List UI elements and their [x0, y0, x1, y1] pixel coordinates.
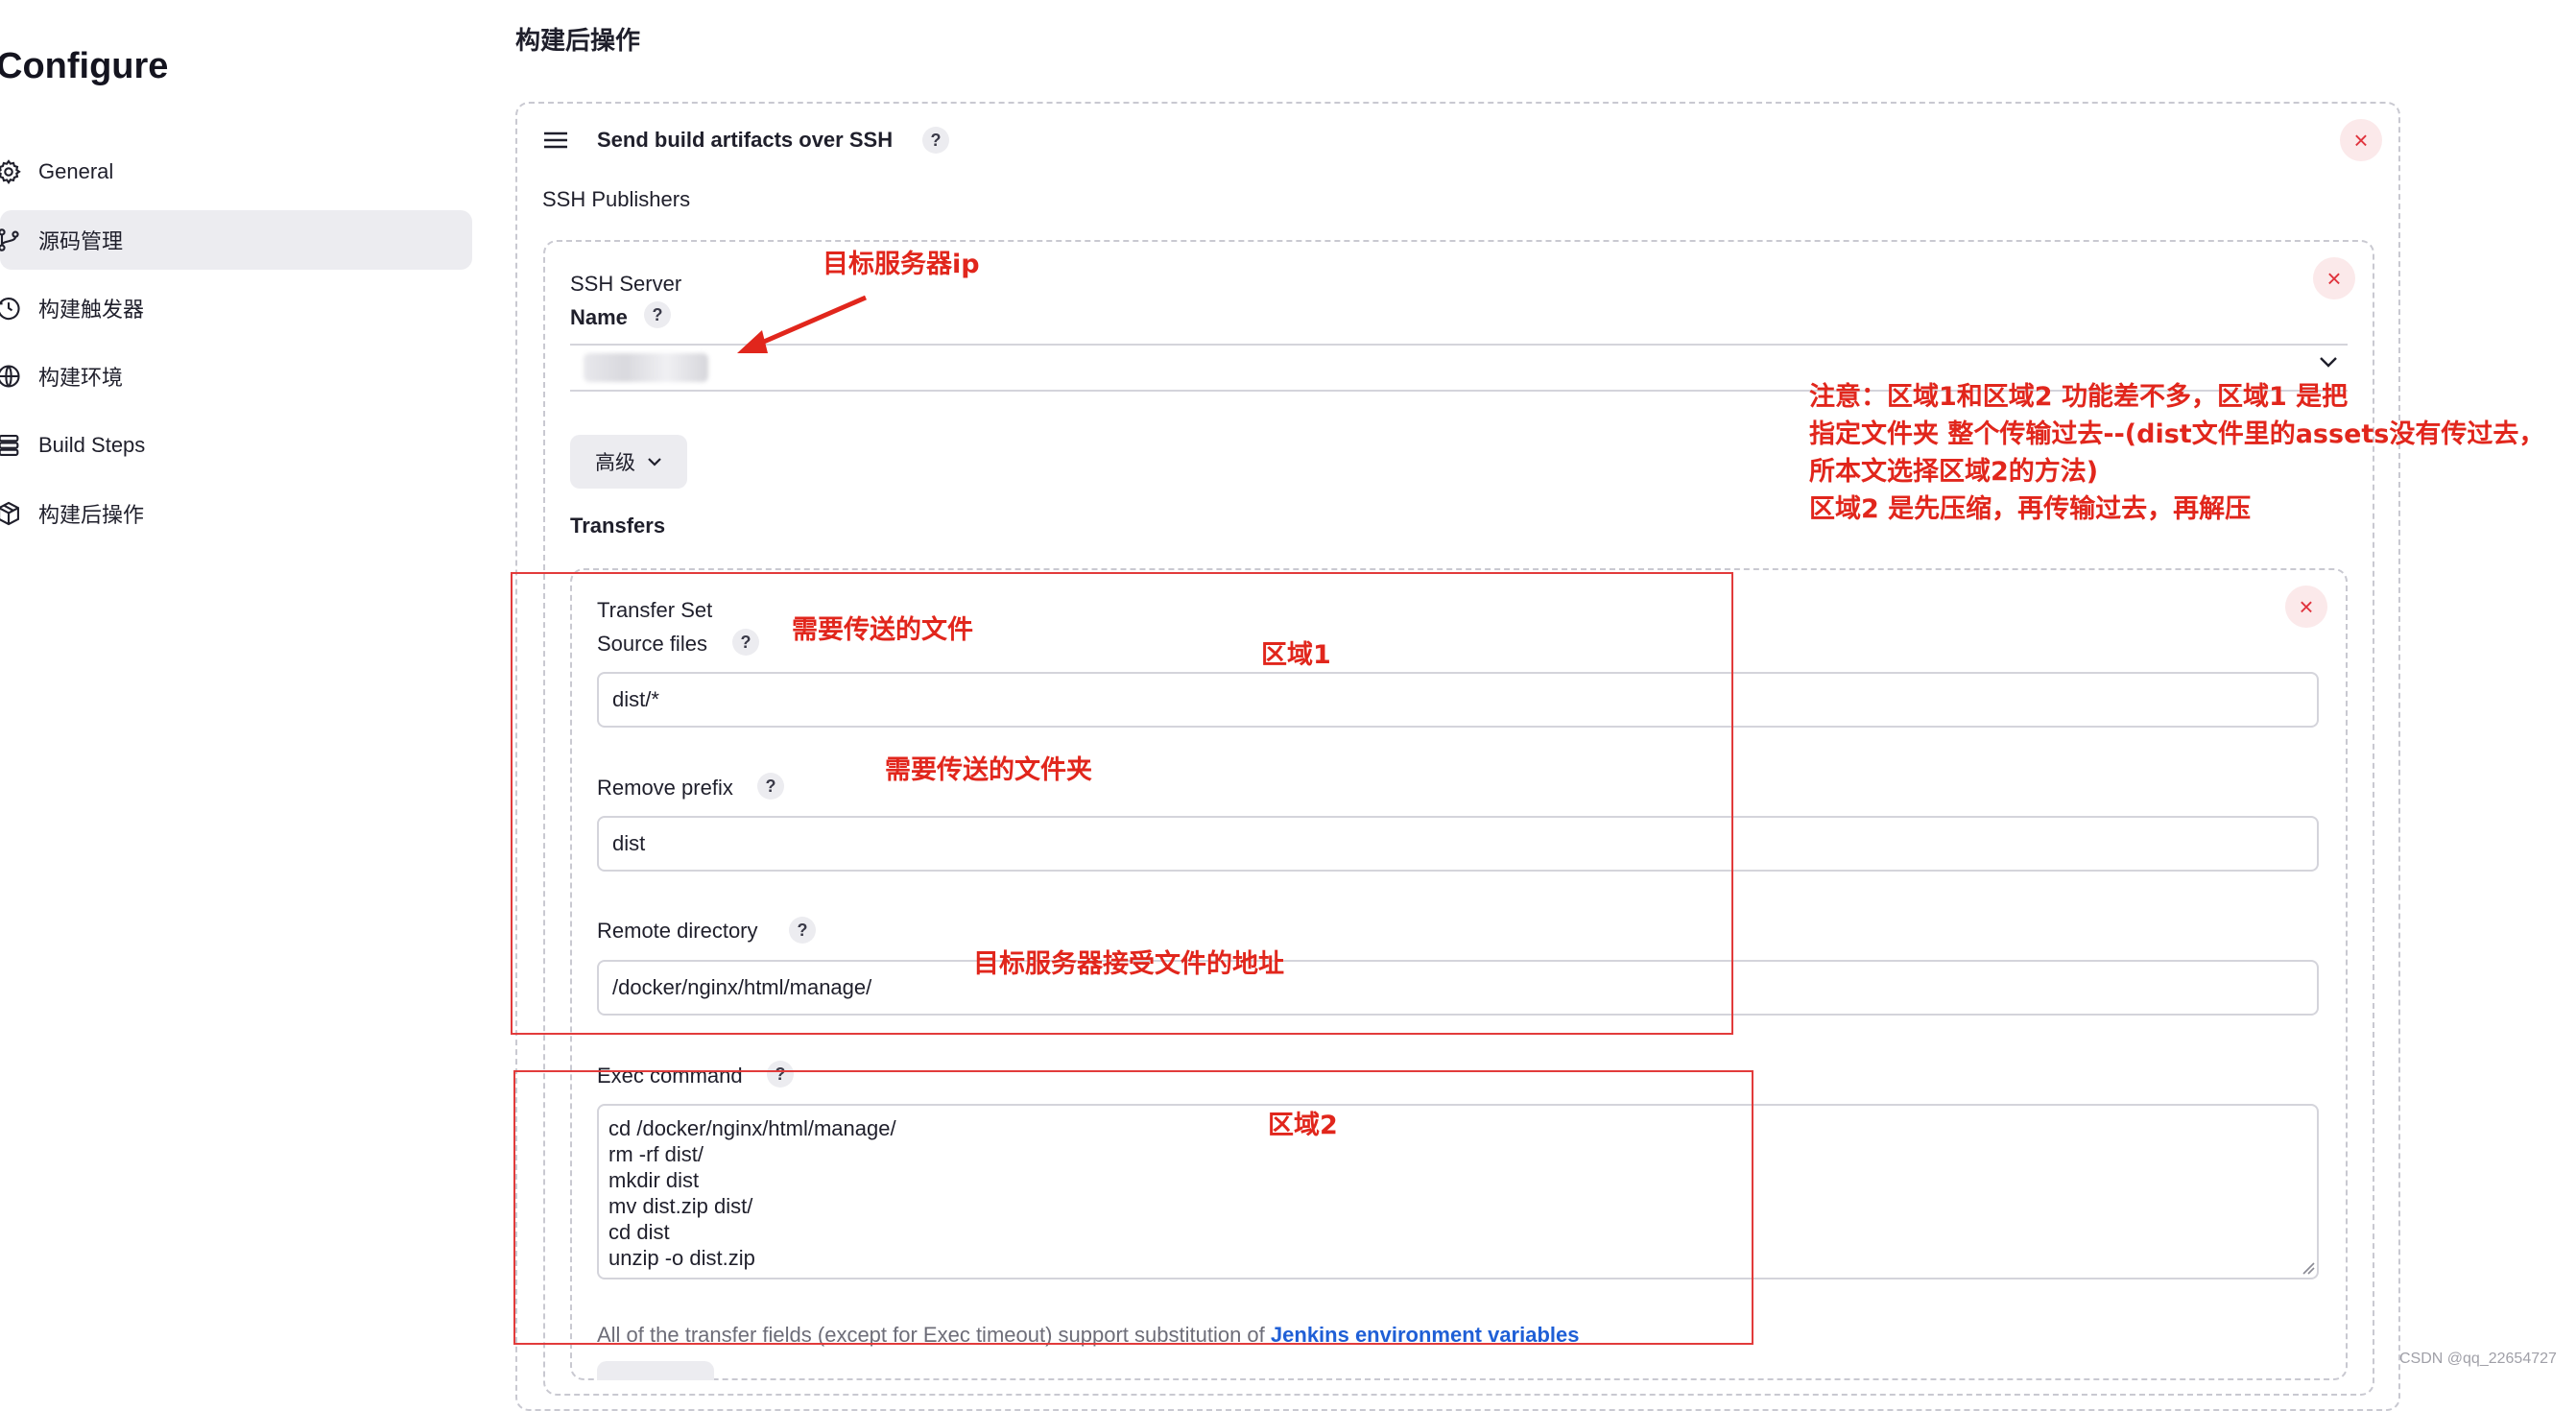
transfers-label: Transfers [570, 514, 666, 538]
blurred-server-name [584, 353, 708, 382]
source-files-annotation: 需要传送的文件 [792, 615, 973, 645]
sidebar-item-source-control[interactable]: 源码管理 [0, 210, 472, 270]
transfer-set-close-button[interactable]: × [2285, 586, 2327, 628]
publisher-close-button[interactable]: × [2340, 119, 2382, 161]
note-line: 所本文选择区域2的方法) [1809, 457, 2099, 487]
region1-label: 区域1 [1261, 640, 1331, 670]
chevron-down-icon [648, 458, 661, 466]
source-branch-icon [0, 226, 23, 254]
ssh-server-heading: SSH Server [570, 272, 682, 296]
arrow-annotation-icon [737, 295, 867, 353]
advanced-button-label: 高级 [595, 452, 635, 474]
sidebar-item-label: 构建触发器 [38, 298, 145, 322]
list-icon [0, 431, 23, 460]
sidebar-item-build-steps[interactable]: Build Steps [0, 416, 472, 475]
region2-highlight [513, 1070, 1753, 1345]
publisher-title: Send build artifacts over SSH [597, 128, 894, 152]
page-title: Configure [0, 46, 169, 86]
sidebar-item-label: 构建环境 [38, 366, 124, 390]
advanced-button[interactable]: 高级 [570, 435, 687, 489]
sidebar-item-label: General [38, 159, 114, 183]
globe-icon [0, 362, 23, 391]
package-icon [0, 499, 23, 528]
note-annotation: 注意：区域1和区域2 功能差不多，区域1 是把 指定文件夹 整个传输过去--(d… [1809, 378, 2544, 528]
note-line: 区域2 是先压缩，再传输过去，再解压 [1809, 494, 2252, 524]
watermark: CSDN @qq_22654727 [2399, 1351, 2557, 1367]
sidebar-item-label: Build Steps [38, 433, 146, 457]
publisher-subtitle: SSH Publishers [542, 187, 691, 211]
sidebar-item-build-triggers[interactable]: 构建触发器 [0, 278, 472, 338]
target-ip-annotation: 目标服务器ip [823, 250, 980, 279]
name-label: Name [570, 305, 628, 329]
sidebar-item-general[interactable]: General [0, 142, 472, 202]
resize-handle-icon[interactable] [2302, 1261, 2315, 1279]
section-title: 构建后操作 [515, 26, 641, 55]
ssh-server-close-button[interactable]: × [2313, 257, 2355, 299]
note-line: 注意：区域1和区域2 功能差不多，区域1 是把 [1809, 382, 2349, 412]
chevron-down-icon[interactable] [2319, 355, 2338, 373]
drag-handle-icon[interactable] [543, 131, 568, 155]
remote-dir-annotation: 目标服务器接受文件的地址 [973, 949, 1284, 979]
region2-label: 区域2 [1268, 1111, 1338, 1140]
clock-icon [0, 294, 23, 323]
publisher-help-icon[interactable]: ? [922, 127, 949, 154]
note-line: 指定文件夹 整个传输过去--(dist文件里的assets没有传过去， [1809, 419, 2545, 449]
sidebar-item-post-build[interactable]: 构建后操作 [0, 484, 472, 543]
gear-icon [0, 157, 23, 186]
sidebar-item-label: 构建后操作 [38, 503, 145, 527]
name-help-icon[interactable]: ? [644, 301, 671, 328]
sidebar-item-build-environment[interactable]: 构建环境 [0, 347, 472, 406]
sidebar-item-label: 源码管理 [38, 229, 124, 253]
add-button-partial[interactable] [597, 1361, 714, 1380]
remove-prefix-annotation: 需要传送的文件夹 [885, 755, 1092, 785]
